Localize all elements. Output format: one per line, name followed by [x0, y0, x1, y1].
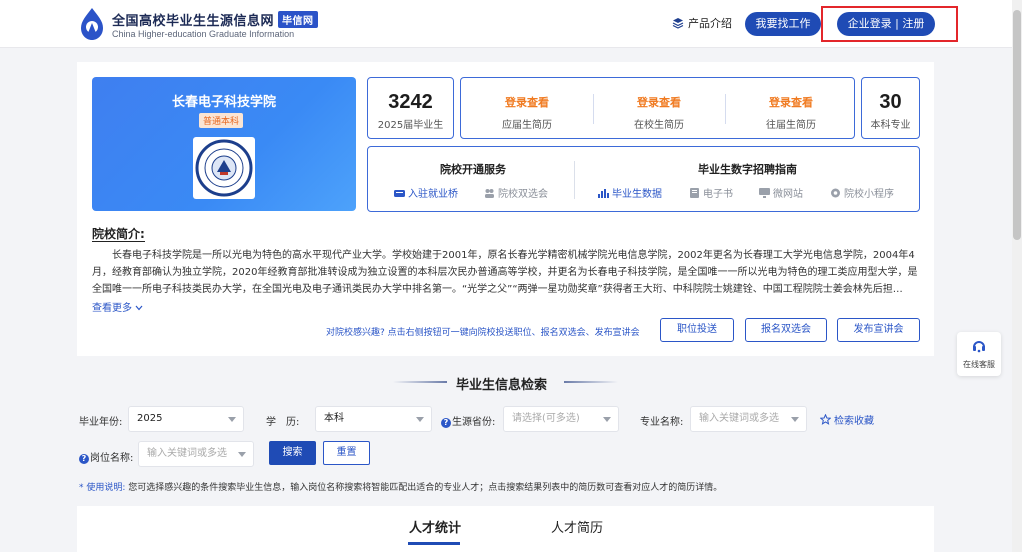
service-microsite[interactable]: 微网站: [759, 185, 803, 200]
search-button[interactable]: 搜索: [269, 441, 316, 465]
search-favorites-link[interactable]: 检索收藏: [820, 412, 874, 427]
title-decor-left: [393, 381, 447, 383]
site-badge: 毕信网: [278, 11, 318, 28]
resume-box: 登录查看 应届生简历 登录查看 在校生简历 登录查看 往届生简历: [460, 77, 855, 139]
chevron-down-icon: [416, 417, 424, 422]
top-header: 全国高校毕业生生源信息网 毕信网 China Higher-education G…: [0, 0, 1022, 48]
monitor-icon: [759, 187, 770, 198]
services-box: 院校开通服务 毕业生数字招聘指南 入驻就业桥 院校双选会 毕业生数据 电子书 微…: [367, 146, 920, 212]
tab-talent-resumes[interactable]: 人才简历: [551, 517, 603, 536]
job-select[interactable]: 输入关键词或多选: [138, 441, 254, 467]
tabs-card: [77, 506, 934, 552]
tab-talent-stats[interactable]: 人才统计: [409, 517, 461, 536]
service-job-fair[interactable]: 院校双选会: [484, 185, 548, 200]
headset-icon: [973, 341, 985, 353]
job-label: ? 岗位名称:: [79, 449, 133, 464]
site-title[interactable]: 全国高校毕业生生源信息网 毕信网: [112, 10, 318, 29]
bar-chart-icon: [598, 188, 609, 198]
education-label: 学 历:: [266, 417, 300, 428]
book-icon: [690, 187, 699, 198]
school-name: 长春电子科技学院: [171, 95, 276, 110]
scrollbar-thumb[interactable]: [1013, 10, 1021, 240]
chevron-down-icon: [603, 417, 611, 422]
majors-count: 30: [879, 91, 902, 113]
major-label: 专业名称:: [640, 417, 684, 428]
graduates-count: 3242: [388, 91, 433, 113]
service-join-bridge[interactable]: 入驻就业桥: [394, 185, 458, 200]
services-left-title: 院校开通服务: [440, 163, 506, 176]
chevron-down-icon: [791, 417, 799, 422]
online-service-button[interactable]: 在线客服: [957, 332, 1001, 376]
view-more-link[interactable]: 查看更多: [92, 299, 143, 314]
star-icon: [820, 414, 831, 425]
search-section-title: 毕业生信息检索: [456, 378, 548, 393]
resume-fresh[interactable]: 登录查看 应届生简历: [461, 78, 593, 131]
year-label: 毕业年份:: [79, 417, 123, 428]
enterprise-login-button[interactable]: 企业登录 | 注册: [837, 12, 935, 36]
usage-note: * 使用说明: 您可选择感兴趣的条件搜索毕业生信息，输入岗位名称搜索将智能匹配出…: [79, 480, 722, 493]
register-fair-button[interactable]: 报名双选会: [745, 318, 827, 342]
logo-icon[interactable]: [78, 7, 106, 41]
service-miniprogram[interactable]: 院校小程序: [830, 185, 894, 200]
layers-icon: [672, 18, 684, 29]
chevron-down-icon: [228, 417, 236, 422]
service-graduate-data[interactable]: 毕业生数据: [598, 185, 662, 200]
year-select[interactable]: 2025: [128, 406, 244, 432]
miniprogram-icon: [831, 188, 840, 197]
school-type-badge: 普通本科: [199, 113, 244, 128]
help-icon[interactable]: ?: [441, 418, 451, 428]
graduates-label: 2025届毕业生: [377, 120, 444, 131]
usage-key: * 使用说明:: [79, 483, 126, 493]
education-select[interactable]: 本科: [315, 406, 432, 432]
intro-body: 长春电子科技学院是一所以光电为特色的高水平现代产业大学。学校始建于2001年，原…: [92, 250, 918, 295]
usage-text: 您可选择感兴趣的条件搜索毕业生信息，输入岗位名称搜索将智能匹配出适合的专业人才；…: [128, 483, 723, 493]
service-ebook[interactable]: 电子书: [689, 185, 733, 200]
major-select[interactable]: 输入关键词或多选: [690, 406, 807, 432]
chevron-down-icon: [135, 305, 143, 311]
school-seal-logo: [193, 137, 255, 199]
find-job-button[interactable]: 我要找工作: [745, 12, 821, 36]
title-decor-right: [564, 381, 618, 383]
chevron-down-icon: [238, 452, 246, 457]
resume-current[interactable]: 登录查看 在校生简历: [593, 78, 725, 131]
publish-talk-button[interactable]: 发布宣讲会: [837, 318, 920, 342]
resume-past[interactable]: 登录查看 往届生简历: [725, 78, 857, 131]
nav-product-intro[interactable]: 产品介绍: [672, 15, 732, 31]
site-subtitle: China Higher-education Graduate Informat…: [112, 29, 295, 39]
help-icon[interactable]: ?: [79, 454, 89, 464]
active-tab-indicator: [408, 542, 460, 545]
origin-label: ? 生源省份:: [441, 413, 495, 428]
action-hint: 对院校感兴趣? 点击右侧按钮可一键向院校投送职位、报名双选会、发布宣讲会: [326, 328, 640, 338]
post-job-button[interactable]: 职位投送: [660, 318, 734, 342]
origin-select[interactable]: 请选择(可多选): [503, 406, 619, 432]
majors-stat: 30 本科专业: [861, 77, 920, 139]
bridge-icon: [394, 189, 405, 197]
intro-title: 院校简介:: [92, 227, 145, 242]
people-icon: [485, 188, 494, 198]
divider: [574, 161, 575, 199]
graduates-stat: 3242 2025届毕业生: [367, 77, 454, 139]
services-right-title: 毕业生数字招聘指南: [698, 163, 797, 176]
reset-button[interactable]: 重置: [323, 441, 370, 465]
majors-label: 本科专业: [870, 120, 911, 131]
